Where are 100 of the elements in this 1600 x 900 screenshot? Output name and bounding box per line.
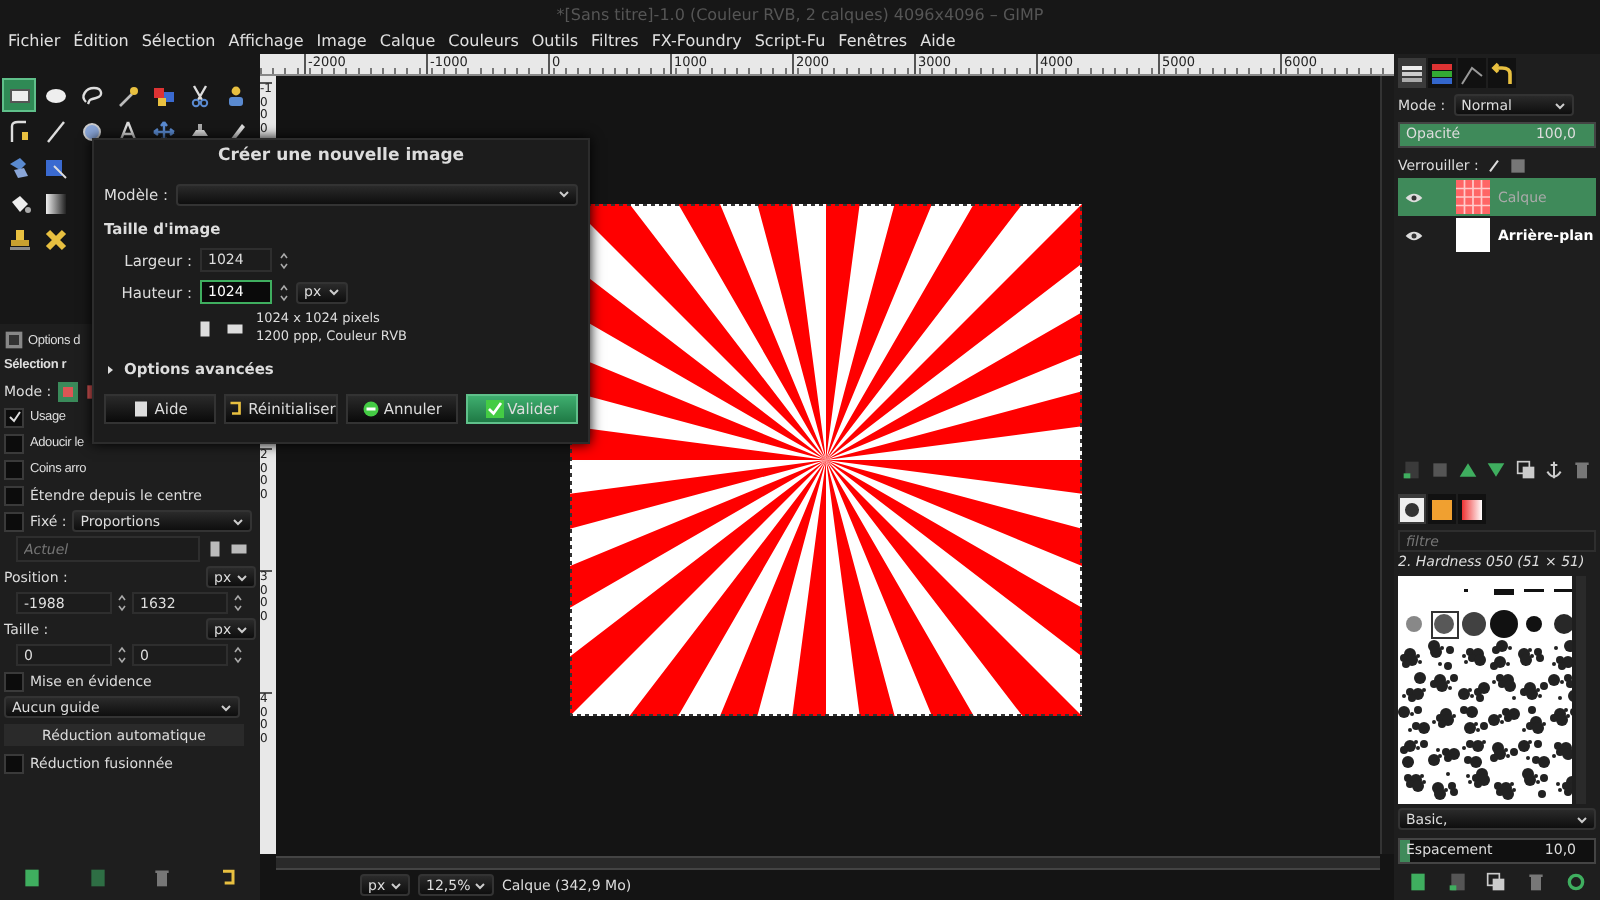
menu-item[interactable]: Édition [73, 30, 129, 54]
caret-down-icon[interactable] [474, 879, 486, 891]
vertical-scrollbar[interactable] [1380, 76, 1394, 854]
horizontal-scrollbar[interactable] [276, 856, 1380, 870]
caret-down-icon[interactable] [220, 701, 232, 713]
dock-tab[interactable] [1458, 58, 1486, 88]
refresh-icon[interactable] [1566, 871, 1587, 891]
spin-arrows-icon[interactable] [280, 251, 288, 269]
gradient-icon [1460, 497, 1484, 521]
menu-item[interactable]: Fichier [8, 30, 61, 54]
window-title: *[Sans titre]-1.0 (Couleur RVB, 2 calques) 4096x4096 – GIMP [556, 6, 1044, 24]
landscape-icon[interactable] [230, 540, 248, 558]
dock-tab[interactable] [1398, 494, 1426, 524]
reset-icon [226, 400, 245, 418]
scissors-icon [187, 83, 211, 107]
search-icon [79, 119, 103, 143]
caret-down-icon[interactable] [232, 515, 245, 527]
portrait-icon[interactable] [206, 540, 224, 558]
mode-replace-icon[interactable] [57, 381, 78, 401]
transform-icon [43, 155, 67, 179]
spin-arrows-icon[interactable] [118, 646, 126, 664]
spin-arrows-icon[interactable] [280, 283, 288, 301]
reset-icon[interactable] [217, 868, 238, 888]
checkbox[interactable] [4, 407, 24, 427]
lasso-icon [79, 83, 103, 107]
caret-down-icon[interactable] [328, 286, 340, 298]
gradient-icon [43, 191, 67, 215]
help-icon [132, 400, 151, 418]
check-icon [485, 400, 504, 418]
raise-icon[interactable] [1458, 459, 1479, 479]
checkbox[interactable] [4, 485, 24, 505]
menu-item[interactable]: Affichage [228, 30, 304, 54]
channels-icon [1430, 61, 1454, 85]
portrait-icon[interactable] [196, 319, 214, 337]
menu-item[interactable]: Couleurs [448, 30, 519, 54]
checkbox[interactable] [4, 753, 24, 773]
tool-options-icon [4, 330, 24, 350]
checkbox[interactable] [4, 433, 24, 453]
move-arrows-icon [151, 119, 175, 143]
trash-icon[interactable] [1526, 871, 1547, 891]
anchor-icon[interactable] [1543, 459, 1564, 479]
landscape-icon[interactable] [226, 319, 244, 337]
wand-icon [115, 83, 139, 107]
dock-tab[interactable] [1428, 58, 1456, 88]
menu-item[interactable]: Calque [379, 30, 436, 54]
new-layer-icon[interactable] [1447, 871, 1468, 891]
layer-thumbnail [1456, 180, 1490, 214]
duplicate-icon[interactable] [1486, 871, 1507, 891]
checkbox[interactable] [4, 511, 24, 531]
new-layer-icon[interactable] [1402, 459, 1423, 479]
layers-icon [1400, 61, 1424, 85]
restore-icon[interactable] [87, 868, 108, 888]
line-icon [43, 119, 67, 143]
ellipse-icon [43, 83, 67, 107]
menu-item[interactable]: Fenêtres [838, 30, 908, 54]
spin-arrows-icon[interactable] [234, 594, 242, 612]
caret-right-icon [104, 363, 116, 375]
spin-arrows-icon[interactable] [118, 594, 126, 612]
caret-down-icon[interactable] [1576, 813, 1588, 825]
brush-icon [1400, 497, 1424, 521]
path-icon [1460, 61, 1484, 85]
spin-arrows-icon[interactable] [234, 646, 242, 664]
checker-lock-icon[interactable] [1510, 157, 1527, 173]
stamp-icon [7, 227, 31, 251]
caret-down-icon[interactable] [558, 188, 570, 200]
pattern-icon [1430, 497, 1454, 521]
menu-item[interactable]: Script-Fu [754, 30, 826, 54]
dock-tab[interactable] [1428, 494, 1456, 524]
compass-icon [115, 119, 139, 143]
caret-down-icon[interactable] [236, 623, 248, 635]
menu-item[interactable]: Image [316, 30, 367, 54]
duplicate-icon[interactable] [1515, 459, 1536, 479]
dock-tab[interactable] [1398, 58, 1426, 88]
dialog-title: Créer une nouvelle image [215, 144, 467, 170]
save-icon[interactable] [22, 868, 43, 888]
person-icon [223, 83, 247, 107]
caret-down-icon[interactable] [390, 879, 402, 891]
rectangle-icon [7, 83, 31, 107]
layer-icon[interactable] [1407, 871, 1428, 891]
menu-item[interactable]: Outils [531, 30, 578, 54]
caret-down-icon[interactable] [236, 571, 248, 583]
lower-icon[interactable] [1486, 459, 1507, 479]
menu-item[interactable]: FX-Foundry [651, 30, 742, 54]
path-icon [7, 119, 31, 143]
menu-item[interactable]: Aide [920, 30, 956, 54]
undo-icon [1490, 61, 1514, 85]
checkbox[interactable] [4, 671, 24, 691]
caret-down-icon[interactable] [1553, 99, 1566, 111]
layer-thumbnail [1456, 218, 1490, 252]
trash-icon[interactable] [1571, 459, 1592, 479]
menu-item[interactable]: Sélection [141, 30, 216, 54]
dock-tab[interactable] [1458, 494, 1486, 524]
checkbox[interactable] [4, 459, 24, 479]
brush-lock-icon[interactable] [1486, 157, 1503, 173]
bucket-icon [7, 191, 31, 215]
dock-tab[interactable] [1488, 58, 1516, 88]
cross-icon [43, 227, 67, 251]
trash-icon[interactable] [152, 868, 173, 888]
color-squares-icon [151, 83, 175, 107]
menu-item[interactable]: Filtres [591, 30, 639, 54]
